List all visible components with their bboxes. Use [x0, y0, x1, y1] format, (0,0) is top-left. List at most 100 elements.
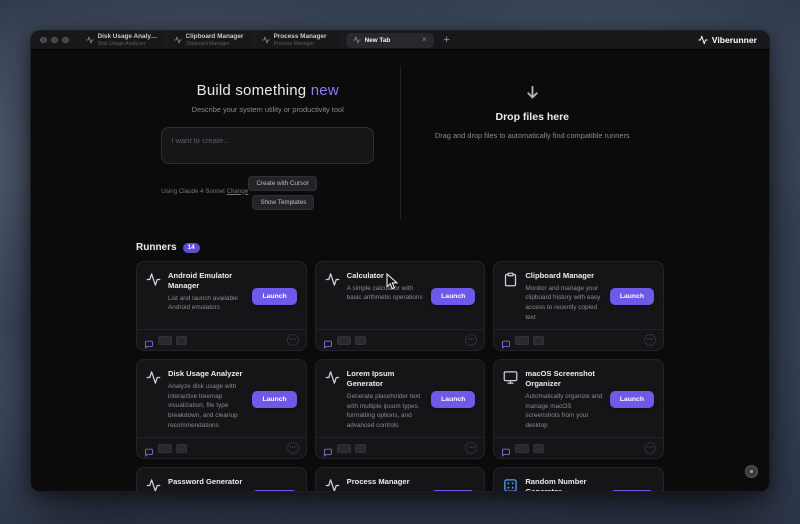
top-section: Build something new Describe your system… [136, 50, 664, 236]
brand-label: Viberunner [712, 35, 757, 45]
close-window-button[interactable] [40, 37, 47, 44]
runner-description: Generate secure passwords and passphrase… [168, 490, 245, 491]
chat-bubble-icon [323, 444, 333, 453]
tag-badge [176, 444, 187, 453]
zoom-window-button[interactable] [62, 37, 69, 44]
more-options-button[interactable]: ⋯ [465, 442, 477, 454]
runner-card-footer: ⋯ [494, 437, 663, 458]
create-with-cursor-button[interactable]: Create with Cursor [248, 176, 317, 191]
runner-title: macOS Screenshot Organizer [525, 369, 603, 389]
tab[interactable]: Process Manager Process Manager [255, 31, 343, 49]
tab-title: Process Manager [274, 33, 335, 40]
pulse-icon [698, 35, 708, 45]
tab[interactable]: New Tab × [346, 33, 434, 48]
version-badge [337, 336, 351, 345]
tag-badge [355, 444, 366, 453]
runner-description: List and launch available Android emulat… [168, 294, 245, 313]
launch-button[interactable]: Launch [252, 391, 296, 408]
app-window: Disk Usage Analyzer Disk Usage Analyzer … [30, 30, 770, 492]
runner-description: Monitor and manage your clipboard histor… [525, 284, 603, 322]
tab-subtitle: Disk Usage Analyzer [98, 41, 159, 47]
runner-title: Disk Usage Analyzer [168, 369, 245, 379]
chat-bubble-icon [323, 336, 333, 345]
launch-button[interactable]: Launch [431, 391, 475, 408]
floating-circle-button[interactable] [745, 465, 758, 478]
pulse-icon [262, 36, 270, 44]
runner-title: Password Generator [168, 477, 245, 487]
tab[interactable]: Disk Usage Analyzer Disk Usage Analyzer [79, 31, 167, 49]
tab-title: Disk Usage Analyzer [98, 33, 159, 40]
version-badge [337, 444, 351, 453]
dropzone-title: Drop files here [495, 111, 569, 123]
version-badge [158, 444, 172, 453]
runners-count-badge: 14 [183, 243, 200, 253]
window-controls [40, 37, 69, 44]
pulse-icon [86, 36, 94, 44]
tab-subtitle: Clipboard Manager [186, 41, 247, 47]
chat-bubble-icon [501, 336, 511, 345]
tag-badge [533, 336, 544, 345]
tab[interactable]: Clipboard Manager Clipboard Manager [167, 31, 255, 49]
runner-description: Monitor running processes and their CPU/… [347, 490, 425, 491]
version-badge [515, 444, 529, 453]
runner-icon [503, 272, 518, 287]
chat-bubble-icon [144, 336, 154, 345]
arrow-down-icon [524, 84, 541, 101]
dropzone-subtitle: Drag and drop files to automatically fin… [428, 130, 636, 141]
more-options-button[interactable]: ⋯ [465, 334, 477, 346]
launch-button[interactable]: Launch [610, 391, 654, 408]
runner-card: Calculator A simple calculator with basi… [315, 261, 486, 351]
runner-description: Analyze disk usage with interactive tree… [168, 382, 245, 430]
runner-description: A simple calculator with basic arithmeti… [347, 284, 425, 303]
app-brand: Viberunner [698, 35, 769, 45]
tab-strip: Disk Usage Analyzer Disk Usage Analyzer … [79, 31, 437, 49]
runner-title: Calculator [347, 271, 425, 281]
runner-icon [325, 478, 340, 491]
runner-card: Lorem Ipsum Generator Generate placehold… [315, 359, 486, 459]
runner-description: Generate placeholder text with multiple … [347, 392, 425, 430]
pulse-icon [174, 36, 182, 44]
more-options-button[interactable]: ⋯ [287, 442, 299, 454]
create-prompt-input[interactable] [161, 127, 374, 164]
tag-badge [176, 336, 187, 345]
launch-button[interactable]: Launch [610, 490, 654, 491]
runner-card: Android Emulator Manager List and launch… [136, 261, 307, 351]
more-options-button[interactable]: ⋯ [644, 334, 656, 346]
model-label: Using Claude 4 Sonnet Change [161, 188, 248, 195]
new-tab-button[interactable]: + [444, 35, 450, 46]
runner-icon [146, 478, 161, 491]
launch-button[interactable]: Launch [431, 288, 475, 305]
launch-button[interactable]: Launch [252, 288, 296, 305]
runner-card: Password Generator Generate secure passw… [136, 467, 307, 491]
launch-button[interactable]: Launch [610, 288, 654, 305]
runner-card: macOS Screenshot Organizer Automatically… [493, 359, 664, 459]
runner-card-footer: ⋯ [137, 329, 306, 350]
minimize-window-button[interactable] [51, 37, 58, 44]
runner-card: Process Manager Monitor running processe… [315, 467, 486, 491]
launch-button[interactable]: Launch [431, 490, 475, 491]
more-options-button[interactable]: ⋯ [287, 334, 299, 346]
runners-section: Runners 14 Android Emulator Manager List… [136, 242, 664, 491]
drop-zone[interactable]: Drop files here Drag and drop files to a… [401, 50, 665, 236]
chat-bubble-icon [501, 444, 511, 453]
show-templates-button[interactable]: Show Templates [252, 195, 314, 210]
runners-grid: Android Emulator Manager List and launch… [136, 261, 664, 491]
version-badge [515, 336, 529, 345]
runner-card-footer: ⋯ [137, 437, 306, 458]
builder-title-accent: new [311, 82, 339, 99]
more-options-button[interactable]: ⋯ [644, 442, 656, 454]
tag-badge [355, 336, 366, 345]
chat-bubble-icon [144, 444, 154, 453]
change-model-link[interactable]: Change [227, 188, 249, 195]
runner-card-footer: ⋯ [316, 437, 485, 458]
builder-subtitle: Describe your system utility or producti… [192, 105, 344, 114]
launch-button[interactable]: Launch [252, 490, 296, 491]
tab-subtitle: Process Manager [274, 41, 335, 47]
pulse-icon [353, 36, 361, 44]
runner-title: Process Manager [347, 477, 425, 487]
main-content: Build something new Describe your system… [31, 50, 769, 491]
runner-icon [503, 478, 518, 491]
runner-icon [503, 370, 518, 385]
runner-title: Lorem Ipsum Generator [347, 369, 425, 389]
close-tab-icon[interactable]: × [422, 36, 427, 44]
